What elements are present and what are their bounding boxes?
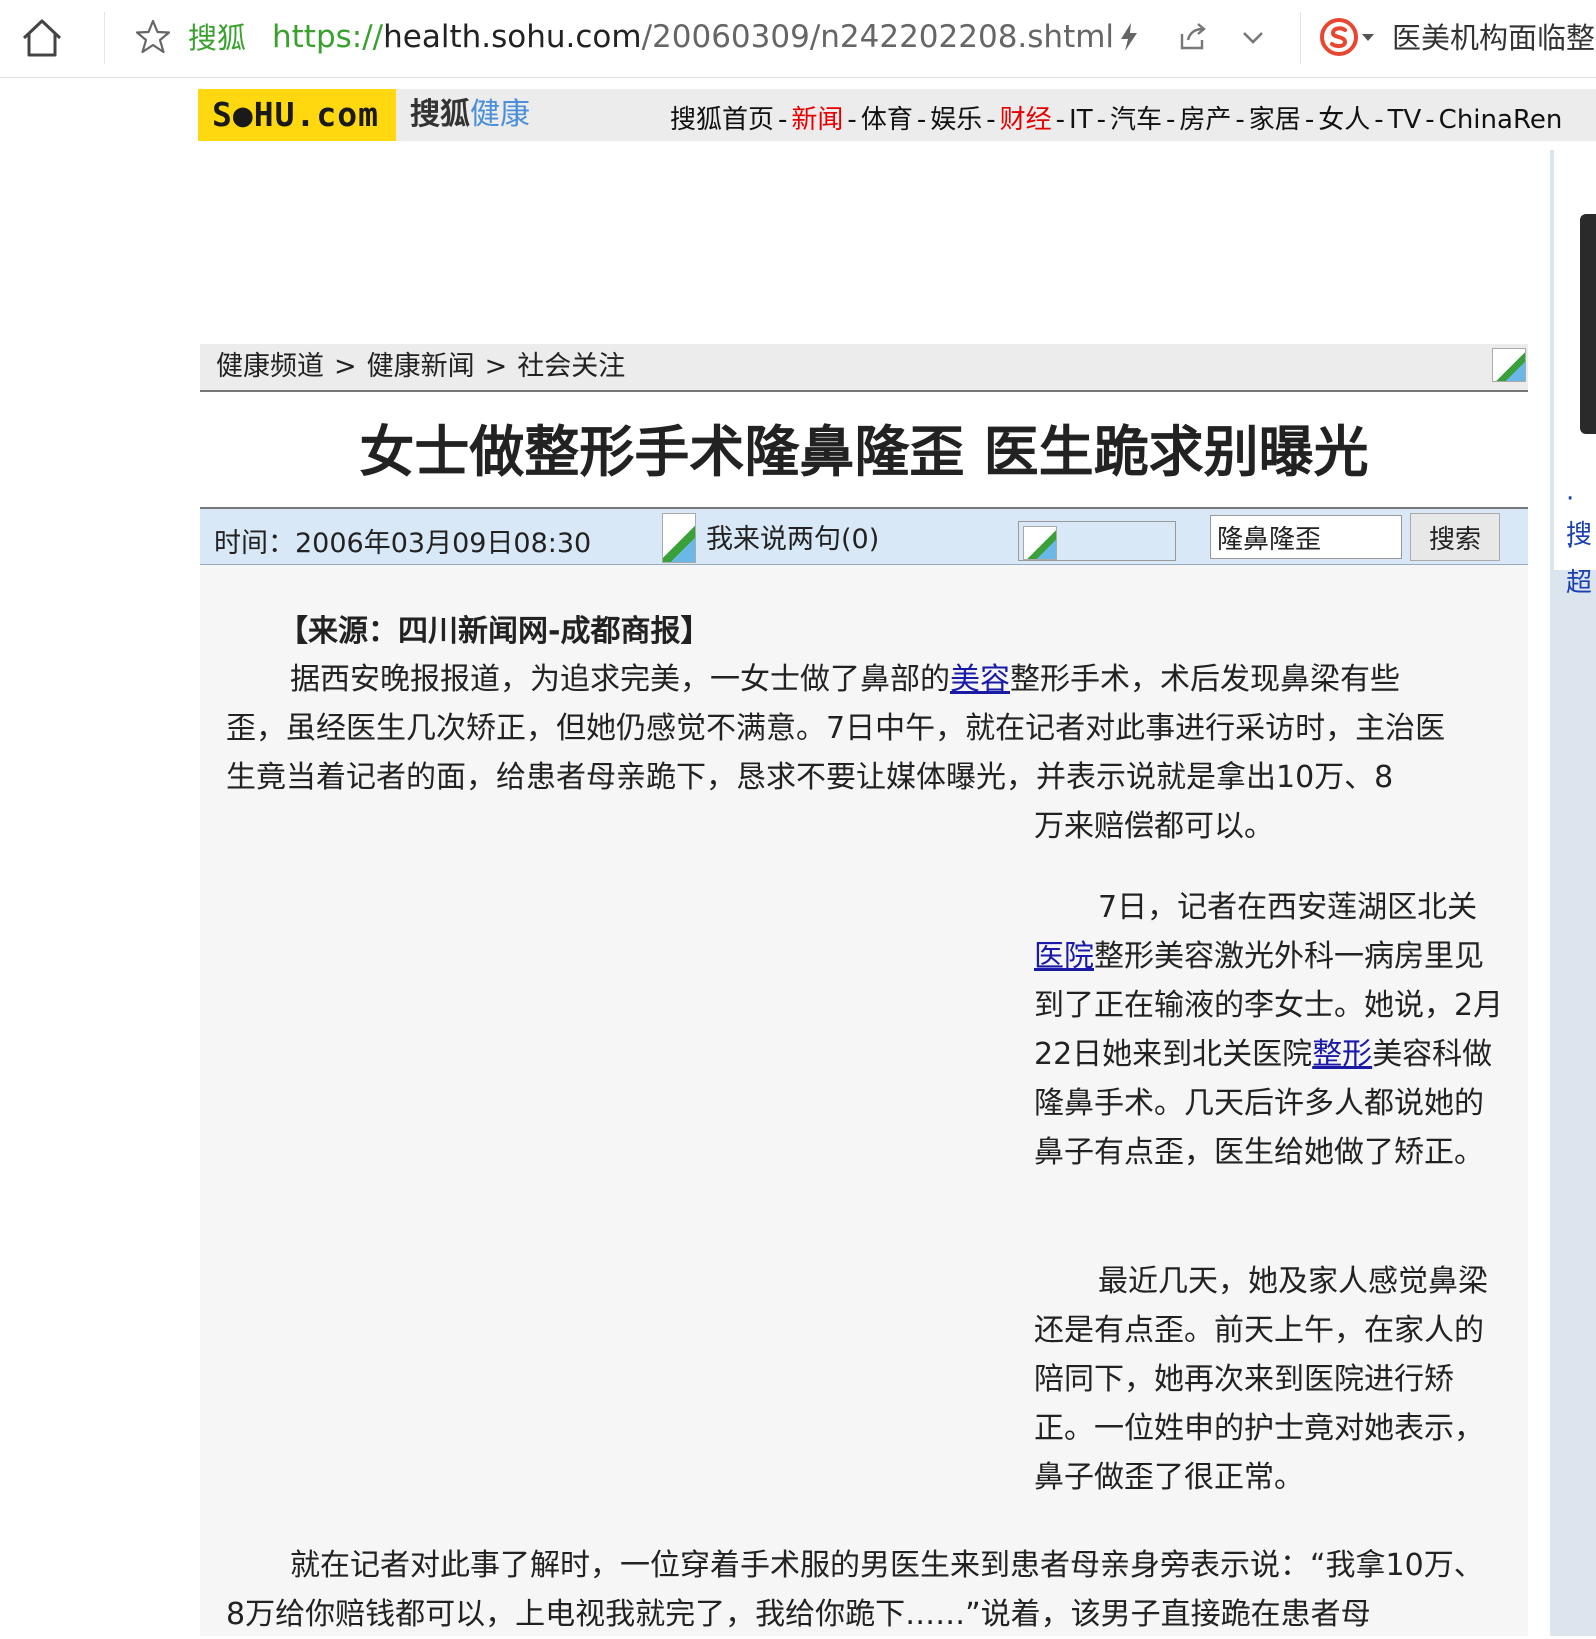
nav-item-home[interactable]: 搜狐首页 (670, 105, 774, 135)
nav-item-it[interactable]: IT (1069, 105, 1093, 135)
nav-item-finance[interactable]: 财经 (1000, 105, 1052, 135)
nav-item-house[interactable]: 房产 (1179, 105, 1231, 135)
breadcrumb-item[interactable]: 健康频道 (216, 351, 324, 382)
paragraph-text: 7日，记者在西安莲湖区北关 (1098, 890, 1478, 925)
sidebar-photo[interactable] (1580, 214, 1596, 434)
toolbar-divider (1300, 12, 1301, 64)
broken-image-icon[interactable] (662, 513, 696, 563)
share-icon[interactable] (1176, 20, 1210, 54)
paragraph-4: 就在记者对此事了解时，一位穿着手术服的男医生来到患者母亲身旁表示说：“我拿10万… (226, 1548, 1484, 1632)
nav-item-home-deco[interactable]: 家居 (1249, 105, 1301, 135)
top-navigation: 搜狐首页 - 新闻 - 体育 - 娱乐 - 财经 - IT - 汽车 - 房产 - 家居 - 女人 - TV - China… (670, 105, 1563, 135)
browser-toolbar: 搜狐 https://health.sohu.com/20060309/n242… (0, 0, 1596, 78)
search-button[interactable]: 搜索 (1410, 513, 1500, 561)
keyword-link[interactable]: 美容 (950, 662, 1010, 697)
paragraph-3: 最近几天，她及家人感觉鼻梁还是有点歪。前天上午，在家人的陪同下，她再次来到医院进… (1034, 1264, 1488, 1495)
article-body: 【来源：四川新闻网-成都商报】 据西安晚报报道，为追求完美，一女士做了鼻部的美容… (200, 565, 1528, 1636)
nav-item-news[interactable]: 新闻 (791, 105, 843, 135)
nav-item-tv[interactable]: TV (1388, 105, 1422, 135)
nav-item-ent[interactable]: 娱乐 (930, 105, 982, 135)
breadcrumb-separator: > (484, 351, 508, 382)
channel-logo-health: 健康 (470, 97, 530, 132)
nav-item-chinaren[interactable]: ChinaRen (1439, 105, 1563, 135)
right-sidebar: ·搜 ·超 (1550, 150, 1596, 1636)
broken-image-icon[interactable] (1492, 348, 1526, 382)
bookmark-star-icon[interactable] (134, 18, 172, 56)
paragraph-2: 7日，记者在西安莲湖区北关医院整形美容激光外科一病房里见到了正在输液的李女士。她… (1034, 883, 1504, 1177)
lightning-icon[interactable] (1112, 20, 1146, 54)
sohu-logo-text: S●HU.com (212, 95, 379, 134)
keyword-link[interactable]: 整形 (1312, 1037, 1372, 1072)
article-source: 【来源：四川新闻网-成都商报】 (278, 614, 711, 649)
toolbar-search-input[interactable]: 医美机构面临整 (1392, 18, 1595, 58)
paragraph-text: 万来赔偿都可以。 (1034, 809, 1274, 844)
channel-logo[interactable]: 搜狐健康 (410, 96, 530, 134)
sohu-logo[interactable]: S●HU.com (198, 89, 396, 141)
publish-time: 时间：2006年03月09日08:30 (214, 528, 592, 559)
paragraph-text: 据西安晚报报道，为追求完美，一女士做了鼻部的 (290, 662, 950, 697)
breadcrumb: 健康频道 > 健康新闻 > 社会关注 (200, 344, 1528, 392)
breadcrumb-separator: > (334, 351, 357, 382)
nav-item-sports[interactable]: 体育 (861, 105, 913, 135)
nav-item-auto[interactable]: 汽车 (1110, 105, 1162, 135)
url-host: health.sohu.com (383, 19, 642, 55)
article-info-bar: 时间：2006年03月09日08:30 我来说两句(0) 搜索 (200, 507, 1528, 565)
address-bar[interactable]: https://health.sohu.com/20060309/n242202… (272, 16, 1114, 58)
url-protocol: https:// (272, 19, 384, 55)
toolbar-divider (104, 12, 105, 64)
caret-down-icon[interactable] (1362, 34, 1374, 41)
broken-image-icon (1023, 526, 1057, 560)
sogou-search-engine-icon[interactable] (1318, 16, 1360, 58)
breadcrumb-item[interactable]: 健康新闻 (367, 351, 475, 382)
site-name-label: 搜狐 (188, 21, 247, 55)
breadcrumb-path: 健康频道 > 健康新闻 > 社会关注 (216, 350, 625, 384)
image-placeholder-box[interactable] (1018, 521, 1176, 561)
comment-link[interactable]: 我来说两句(0) (706, 517, 879, 556)
article-title: 女士做整形手术隆鼻隆歪 医生跪求别曝光 (359, 420, 1369, 484)
breadcrumb-item[interactable]: 社会关注 (517, 351, 625, 382)
article-search-input[interactable] (1210, 515, 1402, 559)
url-path: /20060309/n242202208.shtml (641, 19, 1115, 55)
chevron-down-icon[interactable] (1236, 20, 1270, 54)
paragraph-1: 据西安晚报报道，为追求完美，一女士做了鼻部的美容整形手术，术后发现鼻梁有些歪，虽… (226, 655, 1456, 851)
nav-item-women[interactable]: 女人 (1318, 105, 1370, 135)
sidebar-link[interactable]: ·超 (1566, 532, 1596, 599)
keyword-link[interactable]: 医院 (1034, 939, 1094, 974)
channel-logo-sohu: 搜狐 (410, 97, 470, 132)
home-icon[interactable] (20, 16, 64, 60)
